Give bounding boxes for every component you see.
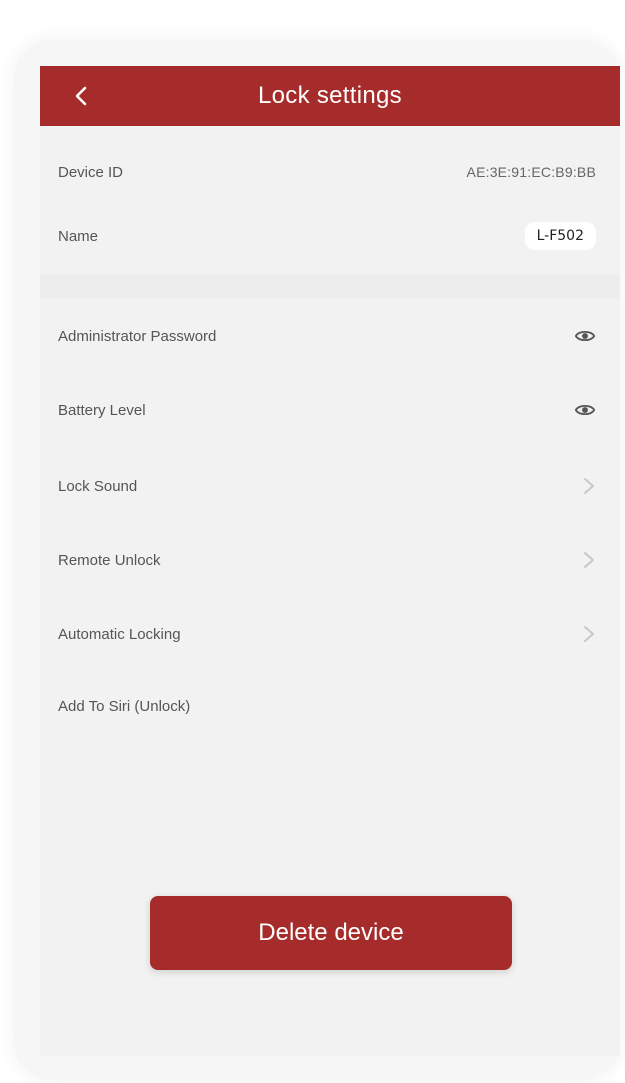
- back-icon[interactable]: [68, 82, 96, 110]
- name-row[interactable]: Name L-F502: [40, 206, 620, 266]
- eye-icon[interactable]: [574, 399, 596, 421]
- lock-sound-row[interactable]: Lock Sound: [40, 456, 620, 516]
- admin-password-row[interactable]: Administrator Password: [40, 306, 620, 366]
- chevron-right-icon: [584, 478, 594, 494]
- remote-unlock-row[interactable]: Remote Unlock: [40, 530, 620, 590]
- settings-list: Device ID AE:3E:91:EC:B9:BB Name L-F502 …: [40, 126, 620, 1056]
- remote-unlock-label: Remote Unlock: [58, 551, 161, 569]
- chevron-right-icon: [584, 552, 594, 568]
- lock-sound-label: Lock Sound: [58, 477, 138, 495]
- battery-level-label: Battery Level: [58, 401, 146, 419]
- automatic-locking-label: Automatic Locking: [58, 625, 181, 643]
- section-divider: [40, 274, 620, 298]
- name-label: Name: [58, 227, 99, 245]
- add-to-siri-label: Add To Siri (Unlock): [58, 698, 191, 715]
- admin-password-label: Administrator Password: [58, 327, 217, 345]
- chevron-right-icon: [584, 626, 594, 642]
- add-to-siri-row[interactable]: Add To Siri (Unlock): [40, 698, 620, 720]
- app-header: Lock settings: [40, 66, 620, 126]
- eye-icon[interactable]: [574, 325, 596, 347]
- name-value[interactable]: L-F502: [524, 222, 596, 250]
- automatic-locking-row[interactable]: Automatic Locking: [40, 604, 620, 664]
- page-title: Lock settings: [258, 82, 402, 109]
- battery-level-row[interactable]: Battery Level: [40, 380, 620, 440]
- device-id-row: Device ID AE:3E:91:EC:B9:BB: [40, 142, 620, 202]
- device-id-label: Device ID: [58, 163, 124, 181]
- delete-device-button[interactable]: Delete device: [150, 896, 512, 970]
- device-id-value: AE:3E:91:EC:B9:BB: [466, 164, 596, 180]
- app-screen: Lock settings Device ID AE:3E:91:EC:B9:B…: [40, 66, 620, 1056]
